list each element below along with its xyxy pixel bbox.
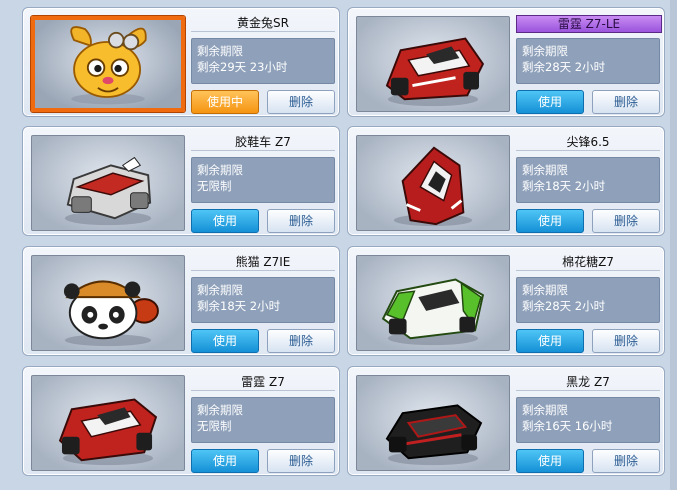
remaining-time: 剩余28天 2小时 [522,60,606,74]
item-thumbnail[interactable] [356,375,510,471]
remaining-label: 剩余期限 [197,44,243,58]
item-thumbnail[interactable] [356,16,510,112]
item-thumbnail[interactable] [356,135,510,231]
in-use-button[interactable]: 使用中 [191,90,259,114]
use-button[interactable]: 使用 [191,449,259,473]
remaining-time: 剩余29天 23小时 [197,60,288,74]
remaining-time: 剩余18天 2小时 [522,179,606,193]
use-button[interactable]: 使用 [516,329,584,353]
item-card[interactable]: 黑龙 Z7 剩余期限 剩余16天 16小时 使用 删除 [347,366,665,476]
delete-button[interactable]: 删除 [267,449,335,473]
red-racer-icon [393,146,473,227]
item-card[interactable]: 雷霆 Z7 剩余期限 无限制 使用 删除 [22,366,340,476]
remaining-time-panel: 剩余期限 无限制 [191,157,335,203]
item-card[interactable]: 熊猫 Z7IE 剩余期限 剩余18天 2小时 使用 删除 [22,246,340,356]
delete-button[interactable]: 删除 [592,329,660,353]
item-card[interactable]: 黄金兔SR 剩余期限 剩余29天 23小时 使用中 删除 [22,7,340,117]
item-thumbnail[interactable] [31,135,185,231]
remaining-label: 剩余期限 [197,403,243,417]
remaining-label: 剩余期限 [522,283,568,297]
remaining-label: 剩余期限 [197,283,243,297]
remaining-time-panel: 剩余期限 剩余18天 2小时 [191,277,335,323]
remaining-time: 无限制 [197,419,232,433]
remaining-label: 剩余期限 [197,163,243,177]
use-button[interactable]: 使用 [516,90,584,114]
remaining-label: 剩余期限 [522,163,568,177]
red-kart-icon [385,37,485,107]
item-thumbnail[interactable] [356,255,510,351]
remaining-label: 剩余期限 [522,403,568,417]
item-name: 黄金兔SR [191,15,335,32]
item-name: 黑龙 Z7 [516,374,660,391]
remaining-time: 剩余16天 16小时 [522,419,613,433]
item-thumbnail[interactable] [31,375,185,471]
remaining-time-panel: 剩余期限 剩余29天 23小时 [191,38,335,84]
vertical-scrollbar[interactable] [670,0,677,490]
item-thumbnail[interactable] [31,16,185,112]
item-name: 胶鞋车 Z7 [191,134,335,151]
panda-icon [63,280,159,347]
golden-rabbit-icon [70,26,147,105]
delete-button[interactable]: 删除 [592,90,660,114]
remaining-time: 剩余18天 2小时 [197,299,281,313]
item-name: 熊猫 Z7IE [191,254,335,271]
delete-button[interactable]: 删除 [267,90,335,114]
remaining-time: 无限制 [197,179,232,193]
delete-button[interactable]: 删除 [592,449,660,473]
item-thumbnail[interactable] [31,255,185,351]
green-kart-icon [381,278,485,346]
use-button[interactable]: 使用 [191,209,259,233]
use-button[interactable]: 使用 [191,329,259,353]
remaining-time-panel: 剩余期限 剩余28天 2小时 [516,277,660,323]
item-card[interactable]: 棉花糖Z7 剩余期限 剩余28天 2小时 使用 删除 [347,246,665,356]
remaining-time-panel: 剩余期限 剩余28天 2小时 [516,38,660,84]
delete-button[interactable]: 删除 [267,329,335,353]
item-card[interactable]: 雷霆 Z7-LE 剩余期限 剩余28天 2小时 使用 删除 [347,7,665,117]
remaining-time-panel: 剩余期限 剩余16天 16小时 [516,397,660,443]
item-card[interactable]: 胶鞋车 Z7 剩余期限 无限制 使用 删除 [22,126,340,236]
delete-button[interactable]: 删除 [592,209,660,233]
use-button[interactable]: 使用 [516,449,584,473]
remaining-time-panel: 剩余期限 无限制 [191,397,335,443]
use-button[interactable]: 使用 [516,209,584,233]
item-name: 雷霆 Z7-LE [516,15,662,33]
delete-button[interactable]: 删除 [267,209,335,233]
item-card[interactable]: 尖锋6.5 剩余期限 剩余18天 2小时 使用 删除 [347,126,665,236]
remaining-label: 剩余期限 [522,44,568,58]
remaining-time-panel: 剩余期限 剩余18天 2小时 [516,157,660,203]
remaining-time: 剩余28天 2小时 [522,299,606,313]
item-name: 棉花糖Z7 [516,254,660,271]
item-name: 雷霆 Z7 [191,374,335,391]
red-kart-icon [58,398,158,466]
item-name: 尖锋6.5 [516,134,660,151]
sneaker-kart-icon [64,156,152,226]
black-kart-icon [385,404,483,466]
